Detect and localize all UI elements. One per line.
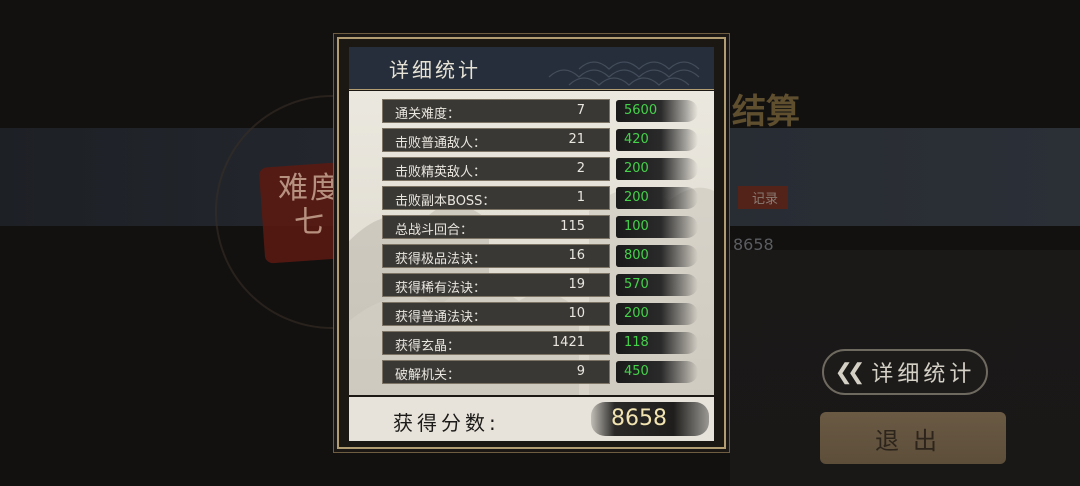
- stat-row: 击败副本BOSS： 1 200: [382, 186, 702, 210]
- stat-label-box: 击败精英敌人： 2: [382, 157, 610, 181]
- stat-count: 115: [560, 219, 585, 234]
- stat-row: 获得普通法诀： 10 200: [382, 302, 702, 326]
- stat-count: 2: [576, 161, 585, 176]
- stat-row: 破解机关： 9 450: [382, 360, 702, 384]
- stat-label: 总战斗回合：: [395, 223, 474, 238]
- stat-score: 100: [624, 219, 649, 234]
- total-score-value: 8658: [611, 406, 667, 431]
- modal-header: 详细统计: [349, 47, 714, 90]
- stat-row: 总战斗回合： 115 100: [382, 215, 702, 239]
- modal-title: 详细统计: [389, 58, 481, 82]
- stat-row: 击败普通敌人： 21 420: [382, 128, 702, 152]
- record-tag: 记录: [738, 186, 789, 209]
- stat-count: 16: [568, 248, 585, 263]
- stat-label: 获得普通法诀：: [395, 310, 487, 325]
- stat-count: 7: [576, 103, 585, 118]
- stat-score-brush: 200: [616, 158, 698, 180]
- stat-score-brush: 420: [616, 129, 698, 151]
- double-chevron-left-icon: ❮❮: [834, 359, 866, 385]
- detail-stats-modal: 详细统计 通关难度： 7 5600 击败普通敌人： 21 420 击败精英敌人： 2 200 击败…: [337, 37, 726, 449]
- difficulty-badge-text: 难度七: [278, 171, 342, 240]
- stat-count: 21: [568, 132, 585, 147]
- stat-count: 1421: [551, 335, 585, 350]
- stat-score-brush: 200: [616, 187, 698, 209]
- stat-label-box: 获得极品法诀： 16: [382, 244, 610, 268]
- stat-row: 获得玄晶： 1421 118: [382, 331, 702, 355]
- stat-label-box: 击败副本BOSS： 1: [382, 186, 610, 210]
- stat-label: 通关难度：: [395, 107, 461, 122]
- stat-row: 获得稀有法诀： 19 570: [382, 273, 702, 297]
- stat-score-brush: 200: [616, 303, 698, 325]
- stat-row: 获得极品法诀： 16 800: [382, 244, 702, 268]
- stats-list: 通关难度： 7 5600 击败普通敌人： 21 420 击败精英敌人： 2 200 击败副本BOS…: [349, 91, 714, 395]
- exit-button[interactable]: 退出: [820, 412, 1006, 464]
- stat-label-box: 获得稀有法诀： 19: [382, 273, 610, 297]
- exit-button-label: 退出: [875, 426, 951, 455]
- stat-score-brush: 450: [616, 361, 698, 383]
- stat-row: 通关难度： 7 5600: [382, 99, 702, 123]
- stat-score-brush: 570: [616, 274, 698, 296]
- stat-label-box: 通关难度： 7: [382, 99, 610, 123]
- stat-label: 击败精英敌人：: [395, 165, 487, 180]
- stat-label: 获得玄晶：: [395, 339, 461, 354]
- stat-score-brush: 5600: [616, 100, 698, 122]
- results-title: 结算: [732, 92, 800, 132]
- stat-score-brush: 118: [616, 332, 698, 354]
- stat-score-brush: 100: [616, 216, 698, 238]
- stat-label: 获得极品法诀：: [395, 252, 487, 267]
- stat-score: 200: [624, 190, 649, 205]
- stat-count: 1: [576, 190, 585, 205]
- stat-label: 击败普通敌人：: [395, 136, 487, 151]
- stat-label-box: 获得普通法诀： 10: [382, 302, 610, 326]
- stat-count: 19: [568, 277, 585, 292]
- stat-count: 9: [576, 364, 585, 379]
- stat-score: 450: [624, 364, 649, 379]
- stat-score: 118: [624, 335, 649, 350]
- detail-stats-button[interactable]: ❮❮ 详细统计: [822, 349, 988, 395]
- total-score-bar: 获得分数: 8658: [349, 397, 714, 441]
- stat-score: 200: [624, 306, 649, 321]
- detail-stats-button-label: 详细统计: [871, 362, 976, 387]
- stat-label-box: 获得玄晶： 1421: [382, 331, 610, 355]
- stat-label: 击败副本BOSS：: [395, 194, 496, 209]
- total-score-label: 获得分数:: [393, 411, 500, 435]
- stat-score: 420: [624, 132, 649, 147]
- stat-label: 破解机关：: [395, 368, 461, 383]
- stat-score-brush: 800: [616, 245, 698, 267]
- stat-count: 10: [568, 306, 585, 321]
- stat-label: 获得稀有法诀：: [395, 281, 487, 296]
- stat-score: 570: [624, 277, 649, 292]
- stat-label-box: 破解机关： 9: [382, 360, 610, 384]
- stat-label-box: 击败普通敌人： 21: [382, 128, 610, 152]
- stat-score: 200: [624, 161, 649, 176]
- stat-score: 800: [624, 248, 649, 263]
- stat-score: 5600: [624, 103, 658, 118]
- stat-label-box: 总战斗回合： 115: [382, 215, 610, 239]
- stat-row: 击败精英敌人： 2 200: [382, 157, 702, 181]
